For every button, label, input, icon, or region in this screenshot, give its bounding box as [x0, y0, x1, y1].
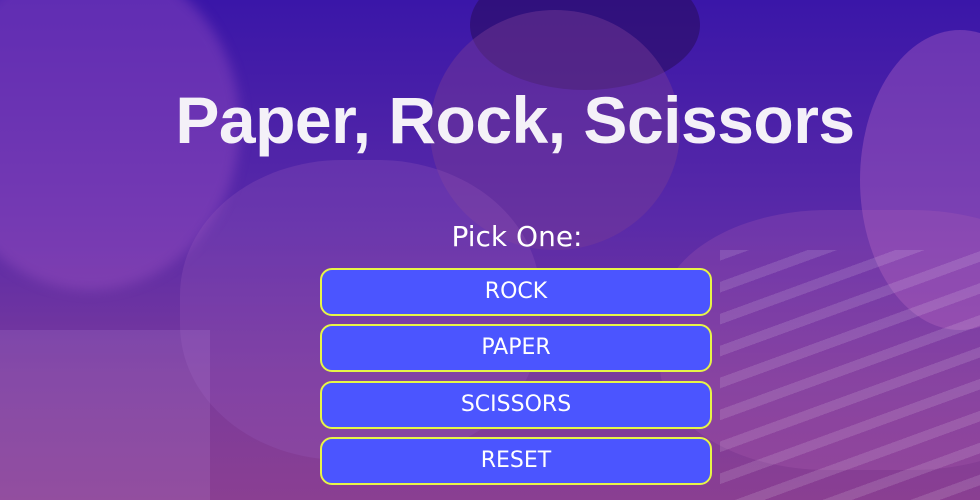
scissors-button[interactable]: SCISSORS	[320, 381, 712, 429]
reset-button[interactable]: RESET	[320, 437, 712, 485]
rock-button[interactable]: ROCK	[320, 268, 712, 316]
page-title: Paper, Rock, Scissors	[175, 83, 855, 157]
background-shirt-left	[0, 330, 210, 500]
paper-button[interactable]: PAPER	[320, 324, 712, 372]
background-striped-shirt	[720, 250, 980, 500]
pick-one-label: Pick One:	[451, 220, 583, 253]
